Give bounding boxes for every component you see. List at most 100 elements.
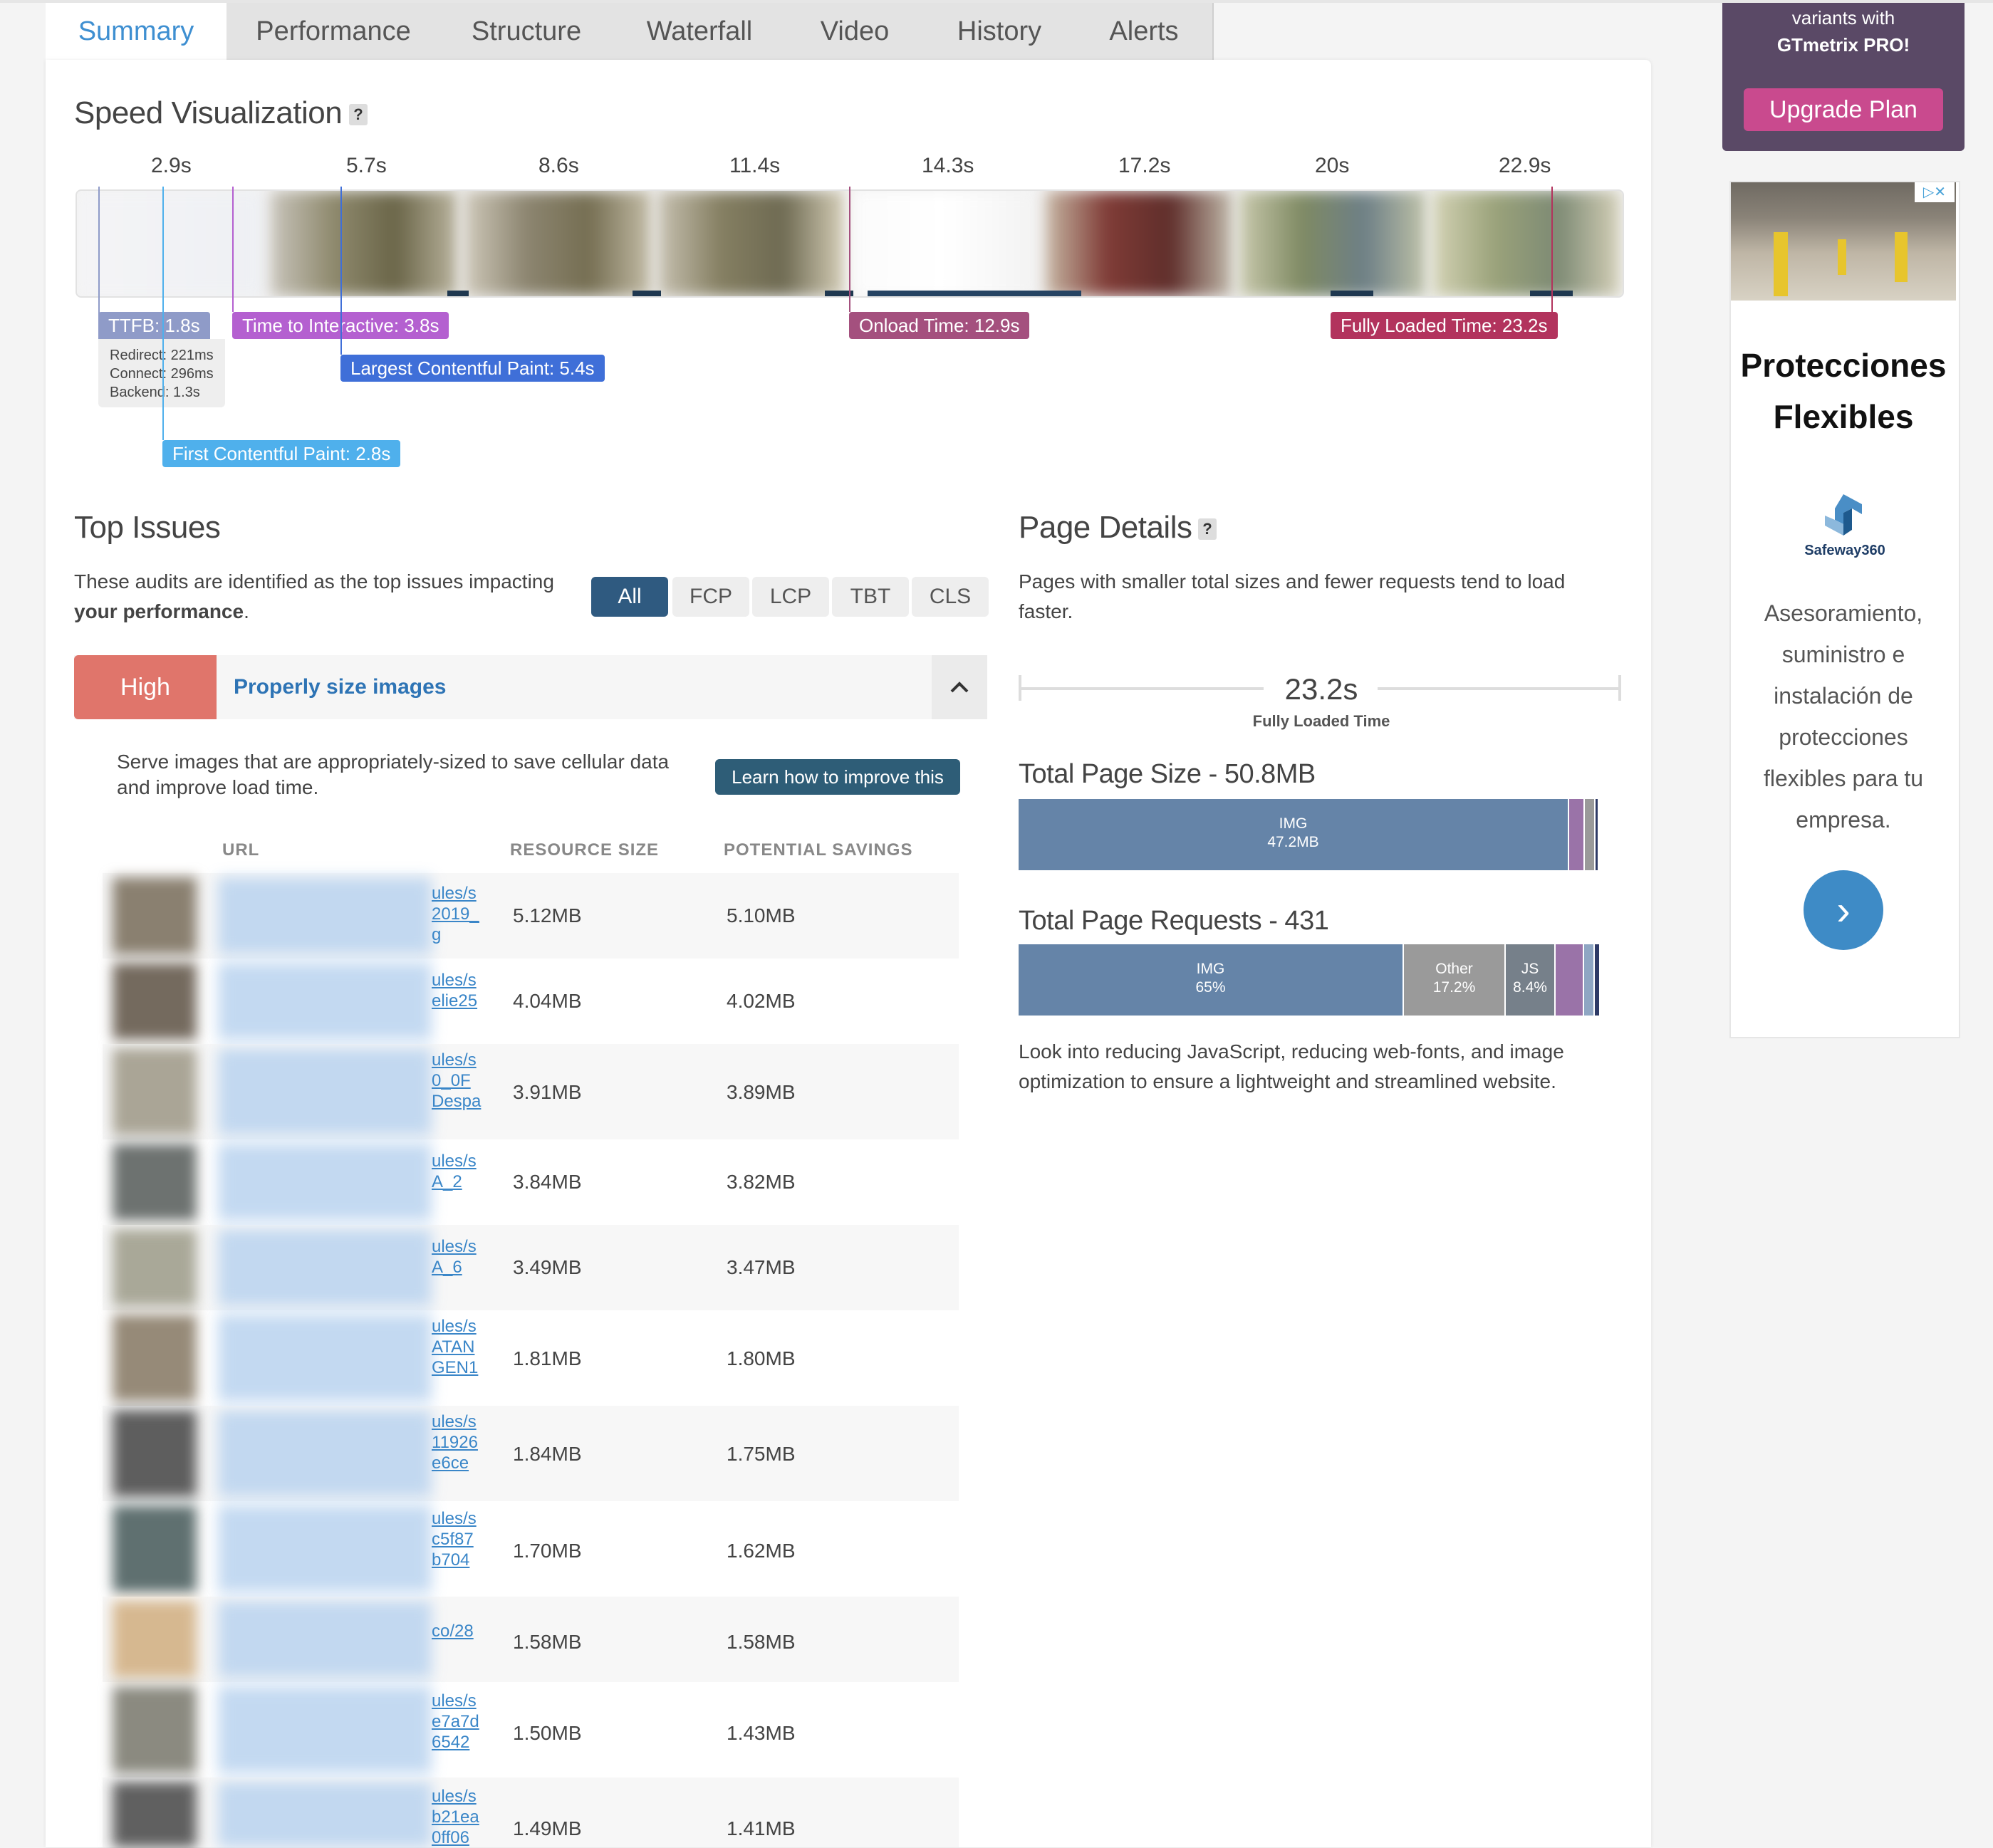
- column-potential-savings: POTENTIAL SAVINGS: [724, 840, 913, 860]
- filmstrip-frame[interactable]: [464, 191, 651, 296]
- ad-title-line-1: Protecciones: [1740, 347, 1947, 384]
- resource-url-link[interactable]: ules/s elie25: [432, 970, 477, 1011]
- filmstrip-tick: 17.2s: [1118, 154, 1171, 177]
- ttfb-breakdown: Redirect: 221ms Connect: 296ms Backend: …: [98, 339, 225, 407]
- page-details-help-icon[interactable]: ?: [1198, 518, 1217, 540]
- resource-url-link[interactable]: ules/s ATAN GEN1: [432, 1316, 478, 1378]
- resource-url-link[interactable]: ules/s A_2: [432, 1151, 477, 1192]
- connect-time: Connect: 296ms: [110, 366, 214, 382]
- filmstrip-frame[interactable]: [852, 191, 1039, 296]
- top-issues-desc-end: .: [244, 600, 249, 622]
- filmstrip-tick: 11.4s: [729, 154, 781, 177]
- page-size-segment[interactable]: [1585, 799, 1596, 870]
- page-requests-segment[interactable]: [1556, 944, 1584, 1016]
- filter-fcp[interactable]: FCP: [672, 577, 749, 617]
- page-requests-segment-label: Other: [1435, 961, 1473, 977]
- page-requests-segment[interactable]: IMG 65%: [1019, 944, 1404, 1016]
- tab-video[interactable]: Video: [786, 3, 925, 60]
- ad-bollard: [1838, 239, 1846, 275]
- tab-alerts[interactable]: Alerts: [1076, 3, 1214, 60]
- filter-lcp[interactable]: LCP: [752, 577, 829, 617]
- url-blurred: [218, 963, 432, 1040]
- resource-url-link[interactable]: ules/s b21ea 0ff06: [432, 1786, 479, 1848]
- fcp-label: First Contentful Paint: 2.8s: [162, 440, 401, 467]
- filmstrip-frame[interactable]: [271, 191, 457, 296]
- url-blurred: [218, 877, 432, 954]
- collapse-chevron-up-icon[interactable]: [932, 655, 987, 719]
- page-requests-segment[interactable]: [1584, 944, 1595, 1016]
- filmstrip-tick: 2.9s: [151, 154, 192, 177]
- potential-savings: 3.89MB: [727, 1081, 796, 1103]
- ad-next-arrow-icon[interactable]: ›: [1804, 870, 1883, 950]
- page-requests-segment[interactable]: [1595, 944, 1601, 1016]
- filter-all[interactable]: All: [591, 577, 668, 617]
- tab-summary[interactable]: Summary: [46, 3, 228, 60]
- speed-visualization-title: Speed Visualization: [74, 95, 343, 130]
- promo-line-2: GTmetrix PRO!: [1776, 34, 1910, 56]
- page-requests-segment[interactable]: JS 8.4%: [1506, 944, 1556, 1016]
- resource-size: 1.84MB: [513, 1443, 582, 1465]
- potential-savings: 3.82MB: [727, 1171, 796, 1193]
- filter-cls[interactable]: CLS: [912, 577, 989, 617]
- filmstrip-tick: 22.9s: [1499, 154, 1551, 177]
- page-requests-segment[interactable]: Other 17.2%: [1404, 944, 1506, 1016]
- url-blurred: [218, 1505, 432, 1592]
- timeline-right: [1378, 687, 1621, 690]
- page-details-title: Page Details: [1019, 510, 1192, 545]
- url-blurred: [218, 1410, 432, 1497]
- lcp-marker-line: [340, 187, 342, 355]
- tab-structure[interactable]: Structure: [440, 3, 614, 60]
- backend-time: Backend: 1.3s: [110, 385, 200, 400]
- page-size-segment-label: IMG: [1279, 815, 1308, 832]
- page-requests-segment-label: IMG: [1196, 961, 1225, 977]
- tti-marker-line: [232, 187, 234, 312]
- tab-performance[interactable]: Performance: [227, 3, 442, 60]
- resource-url-link[interactable]: ules/s 11926 e6ce: [432, 1411, 478, 1473]
- lcp-label: Largest Contentful Paint: 5.4s: [340, 355, 605, 382]
- page-requests-segment-value: 8.4%: [1513, 979, 1547, 996]
- resource-url-link[interactable]: co/28: [432, 1621, 474, 1641]
- filmstrip-frame[interactable]: [1433, 191, 1620, 296]
- promo-line-1: variants with: [1791, 7, 1895, 28]
- speed-help-icon[interactable]: ?: [349, 104, 368, 125]
- filter-tbt[interactable]: TBT: [832, 577, 909, 617]
- url-blurred: [218, 1601, 432, 1678]
- resource-url-link[interactable]: ules/s A_6: [432, 1236, 477, 1278]
- resource-url-link[interactable]: ules/s c5f87 b704: [432, 1508, 477, 1570]
- resource-size: 1.50MB: [513, 1722, 582, 1744]
- top-issues-desc-text: These audits are identified as the top i…: [74, 570, 554, 592]
- page-size-bar[interactable]: IMG 47.2MB: [1019, 799, 1611, 870]
- ad-close-icon[interactable]: ▷✕: [1915, 182, 1955, 202]
- url-blurred: [218, 1144, 432, 1221]
- frame-strip: [868, 291, 1081, 296]
- issue-title[interactable]: Properly size images: [234, 675, 446, 699]
- page-requests-bar[interactable]: IMG 65% Other 17.2% JS 8.4%: [1019, 944, 1611, 1016]
- resource-url-link[interactable]: ules/s e7a7d 6542: [432, 1691, 479, 1753]
- potential-savings: 5.10MB: [727, 904, 796, 926]
- page-size-segment[interactable]: IMG 47.2MB: [1019, 799, 1569, 870]
- page-size-segment[interactable]: [1596, 799, 1599, 870]
- resource-url-link[interactable]: ules/s 2019_ g: [432, 883, 479, 945]
- resource-size: 1.70MB: [513, 1540, 582, 1562]
- severity-badge: High: [74, 655, 217, 719]
- resource-size: 3.84MB: [513, 1171, 582, 1193]
- page-requests-segment-value: 17.2%: [1432, 979, 1476, 996]
- filmstrip-frame[interactable]: [658, 191, 845, 296]
- upgrade-plan-button[interactable]: Upgrade Plan: [1744, 88, 1943, 131]
- filmstrip-frame[interactable]: [1046, 191, 1232, 296]
- page-size-segment[interactable]: [1569, 799, 1585, 870]
- filmstrip-tick: 8.6s: [538, 154, 579, 177]
- resource-thumbnail: [113, 877, 197, 954]
- learn-how-button[interactable]: Learn how to improve this: [715, 759, 960, 795]
- fully-loaded-marker-line: [1551, 187, 1553, 312]
- column-resource-size: RESOURCE SIZE: [510, 840, 660, 860]
- top-issues-title: Top Issues: [74, 510, 221, 545]
- frame-strip: [1331, 291, 1373, 296]
- onload-marker-line: [849, 187, 850, 312]
- ad-brand: Safeway360: [1804, 543, 1885, 558]
- filmstrip-frame[interactable]: [1239, 191, 1426, 296]
- resource-url-link[interactable]: ules/s 0_0F Despa: [432, 1050, 481, 1112]
- filmstrip-frame[interactable]: [77, 191, 264, 296]
- tab-history[interactable]: History: [923, 3, 1077, 60]
- tab-waterfall[interactable]: Waterfall: [613, 3, 788, 60]
